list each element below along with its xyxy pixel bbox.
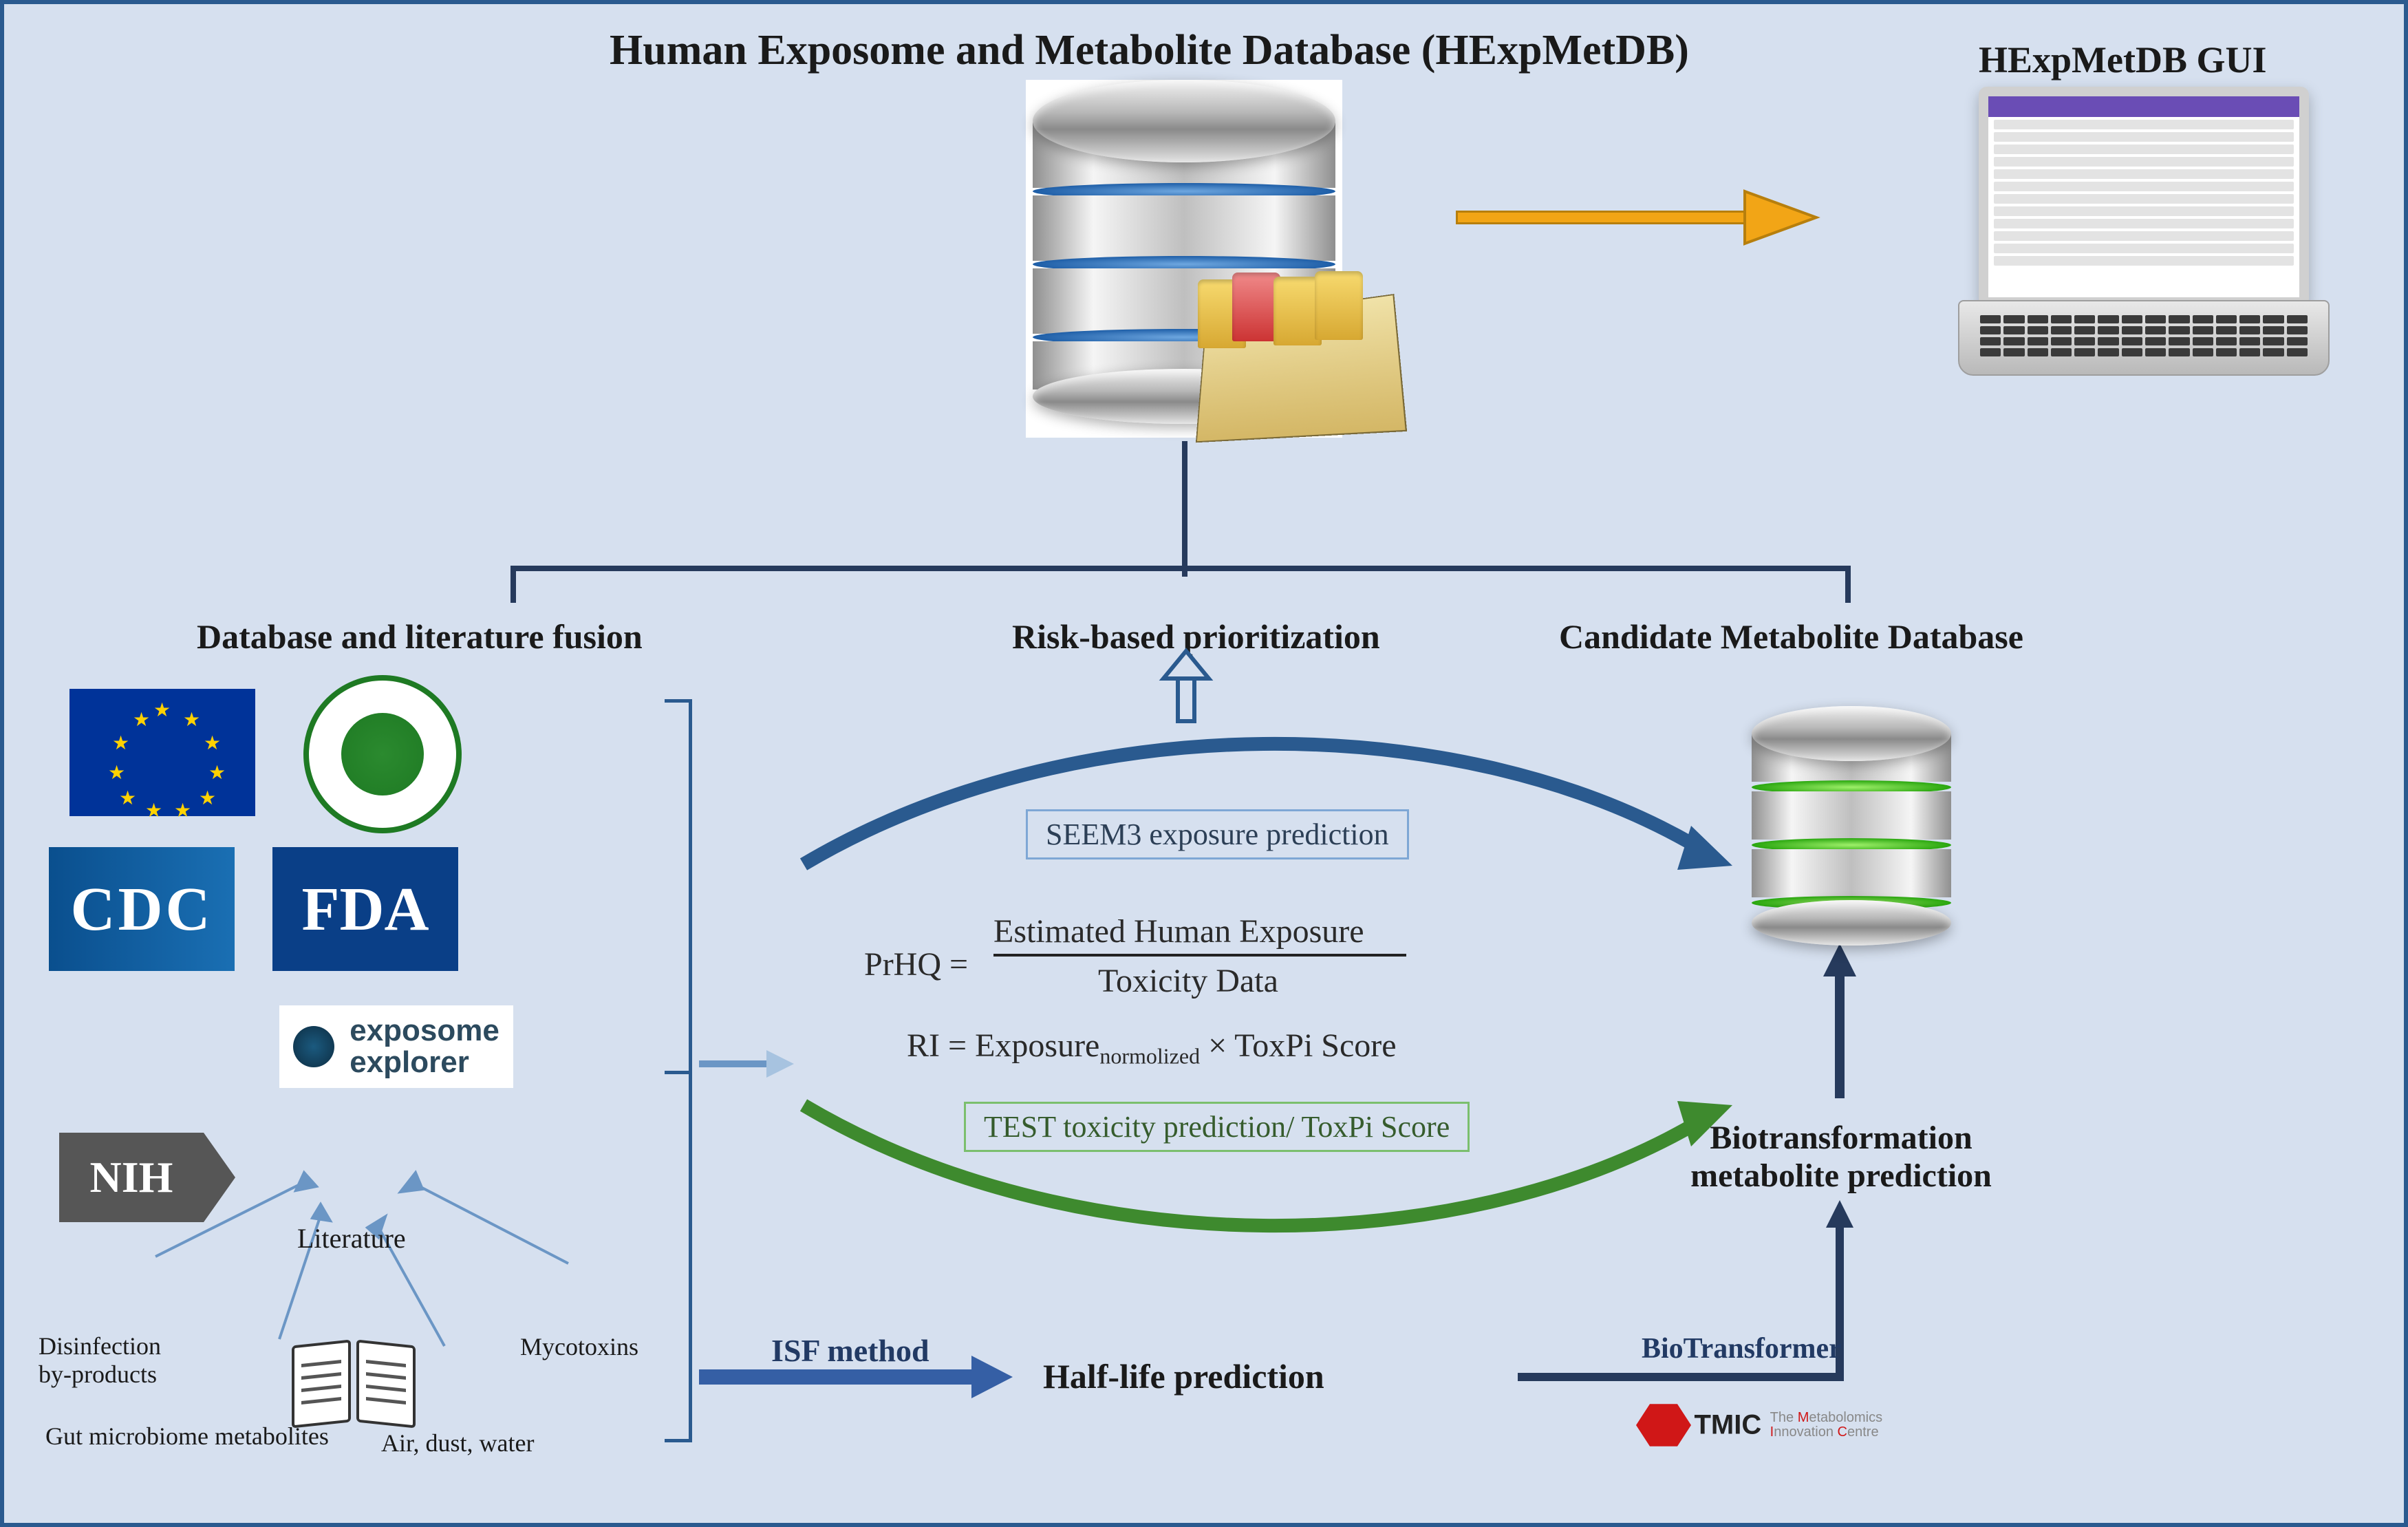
section-risk: Risk-based prioritization xyxy=(1012,617,1380,656)
candidate-db-icon xyxy=(1752,706,1951,947)
label-gut: Gut microbiome metabolites xyxy=(45,1422,329,1451)
halflife-label: Half-life prediction xyxy=(1043,1356,1324,1396)
label-mycotoxins: Mycotoxins xyxy=(520,1332,638,1361)
prhq-den: Toxicity Data xyxy=(1098,962,1278,1000)
test-toxpi-box: TEST toxicity prediction/ ToxPi Score xyxy=(964,1102,1470,1152)
tmic-text: TMIC xyxy=(1694,1410,1761,1440)
fraction-bar xyxy=(993,954,1406,957)
biotransformer-label: BioTransformer xyxy=(1642,1332,1842,1365)
arrow-to-gui xyxy=(1456,197,1814,238)
laptop-screen xyxy=(1979,87,2309,307)
book-icon xyxy=(292,1336,416,1432)
fda-logo: FDA xyxy=(272,847,458,971)
tmic-logo: TMIC The Metabolomics Innovation Centre xyxy=(1636,1401,1882,1449)
epa-seal-icon xyxy=(303,675,462,833)
page-title: Human Exposome and Metabolite Database (… xyxy=(610,26,1689,75)
globe-icon xyxy=(293,1026,334,1067)
laptop-illustration xyxy=(1958,87,2330,376)
isf-label: ISF method xyxy=(771,1332,929,1369)
seem3-box: SEEM3 exposure prediction xyxy=(1026,809,1409,859)
ri-tail: × ToxPi Score xyxy=(1200,1027,1397,1064)
ri-lhs: RI = Exposure xyxy=(907,1027,1099,1064)
section-candidate: Candidate Metabolite Database xyxy=(1559,617,2023,656)
label-air: Air, dust, water xyxy=(381,1429,535,1457)
cdc-logo: CDC xyxy=(49,847,235,971)
biotransformation-label: Biotransformationmetabolite prediction xyxy=(1683,1119,1999,1195)
section-fusion: Database and literature fusion xyxy=(197,617,643,656)
ri-formula: RI = Exposurenormolized × ToxPi Score xyxy=(907,1027,1397,1069)
literature-label: Literature xyxy=(297,1222,406,1254)
fusion-bracket xyxy=(651,699,692,1442)
label-disinfection: Disinfectionby-products xyxy=(39,1332,161,1389)
gui-label: HExpMetDB GUI xyxy=(1979,39,2267,81)
database-main-icon xyxy=(1026,80,1342,438)
prhq-lhs: PrHQ = xyxy=(864,946,968,983)
eu-flag-icon: ★ ★ ★ ★ ★ ★ ★ ★ ★ ★ ★ ★ xyxy=(69,689,255,816)
ri-sub: normolized xyxy=(1099,1044,1200,1069)
tmic-hex-icon xyxy=(1636,1401,1691,1449)
laptop-base xyxy=(1958,300,2330,376)
prhq-num: Estimated Human Exposure xyxy=(993,912,1364,950)
exposome-explorer-logo: exposomeexplorer xyxy=(279,1005,513,1088)
nih-logo: NIH xyxy=(59,1133,204,1222)
